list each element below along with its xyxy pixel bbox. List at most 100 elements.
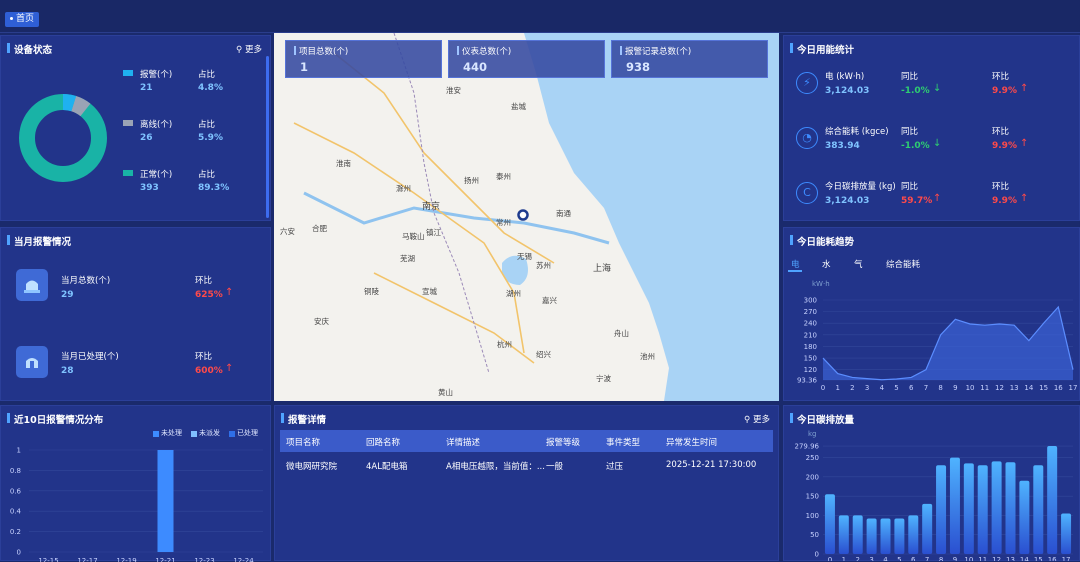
x-tick-label: 16 [1048, 556, 1057, 561]
y-tick-label: 240 [804, 320, 817, 328]
up-arrow-icon: ↑ [933, 193, 942, 204]
alarm-handled-icon [16, 346, 48, 378]
x-tick-label: 15 [1039, 384, 1048, 392]
y-tick-label: 0.6 [10, 487, 22, 495]
tab-total[interactable]: 综合能耗 [886, 258, 920, 270]
y-tick-label: 270 [804, 308, 817, 316]
x-tick-label: 12-15 [38, 557, 58, 562]
projects-count: 1 [300, 60, 309, 74]
monthly-alarm-panel: 当月报警情况 当月总数(个) 29 环比 625% ↑ 当月已处理(个) 28 … [0, 227, 271, 401]
x-tick-label: 8 [939, 556, 943, 561]
map-city-label: 池州 [640, 352, 655, 361]
map-city-label: 苏州 [536, 261, 551, 270]
carbon-icon: C [796, 182, 818, 204]
map-city-label: 芜湖 [400, 254, 415, 263]
x-tick-label: 0 [821, 384, 825, 392]
col-level: 报警等级 [546, 438, 581, 448]
carbon-chart: 279.962502001501005000 1 2 3 4 5 6 7 8 9 10 11 12 13 1… [795, 443, 1073, 561]
x-tick-label: 17 [1062, 556, 1071, 561]
x-tick-label: 2 [855, 556, 859, 561]
month-handled-label: 当月已处理(个) [61, 352, 119, 362]
map-city-label: 常州 [496, 218, 511, 227]
y-tick-label: 0 [815, 551, 819, 559]
x-tick-label: 4 [883, 556, 888, 561]
y-tick-label: 120 [804, 366, 817, 374]
x-tick-label: 7 [925, 556, 929, 561]
legend-unhandled-swatch [153, 431, 159, 437]
map-city-label: 上海 [593, 264, 612, 274]
device-status-more-link[interactable]: ⚲ 更多 [236, 43, 262, 55]
alarm-distribution-panel: 近10日报警情况分布 未处理 未派发 已处理 1 0.8 0.6 0.4 0.2 0 12-… [0, 405, 271, 562]
project-location-marker[interactable] [517, 209, 529, 221]
col-time: 异常发生时间 [666, 438, 718, 448]
alarm-detail-title: 报警详情 [281, 412, 326, 426]
tab-gas[interactable]: 气 [854, 258, 863, 270]
x-tick-label: 12-19 [116, 557, 136, 562]
map-city-label: 无锡 [517, 252, 532, 261]
y-tick-label: 150 [806, 493, 819, 501]
device-status-scrollbar[interactable] [266, 56, 269, 218]
y-tick-label: 0.4 [10, 508, 22, 516]
lightning-icon: ⚡ [796, 72, 818, 94]
bar [1061, 513, 1072, 554]
map-city-label: 宁波 [596, 374, 611, 383]
alarm-records-count: 938 [626, 60, 651, 74]
energy-today-title: 今日用能统计 [790, 42, 854, 56]
bar [908, 515, 919, 554]
bar [880, 518, 891, 554]
y-tick-label: 210 [804, 331, 817, 339]
tab-water[interactable]: 水 [822, 258, 831, 270]
x-tick-label: 12-17 [77, 557, 97, 562]
map-city-label: 嘉兴 [542, 296, 557, 305]
alarm-legend-swatch [123, 70, 133, 76]
legend-handled-swatch [229, 431, 235, 437]
stat-card-projects: 项目总数(个) 1 [285, 40, 442, 78]
col-event-type: 事件类型 [606, 438, 641, 448]
y-tick-label: 0 [17, 549, 21, 557]
x-tick-label: 8 [938, 384, 942, 392]
breadcrumb-home[interactable]: 首页 [5, 12, 40, 27]
legend-undispatched-swatch [191, 431, 197, 437]
map-city-label: 淮安 [446, 86, 461, 95]
x-tick-label: 0 [828, 556, 832, 561]
x-tick-label: 10 [966, 384, 975, 392]
y-tick-label: 279.96 [795, 443, 820, 451]
bar [991, 461, 1002, 554]
col-project: 项目名称 [286, 438, 321, 448]
stat-card-alarms: 报警记录总数(个) 938 [611, 40, 768, 78]
y-tick-label: 100 [806, 512, 819, 520]
map-city-label: 安庆 [314, 317, 329, 326]
x-tick-label: 2 [850, 384, 854, 392]
x-tick-label: 14 [1020, 556, 1029, 561]
alarm-detail-more-link[interactable]: ⚲ 更多 [744, 413, 770, 425]
normal-legend-swatch [123, 170, 133, 176]
y-tick-label: 0.2 [10, 528, 21, 536]
device-status-title: 设备状态 [7, 42, 52, 56]
bar [936, 465, 947, 554]
x-tick-label: 12 [995, 384, 1004, 392]
x-tick-label: 6 [909, 384, 914, 392]
tab-electricity[interactable]: 电 [791, 258, 800, 270]
device-status-panel: 设备状态 ⚲ 更多 报警(个) 21 占比 4.8% 离线(个) 26 占比 5… [0, 35, 271, 221]
x-tick-label: 15 [1034, 556, 1043, 561]
x-tick-label: 16 [1054, 384, 1063, 392]
map-area[interactable]: 淮安 盐城 淮南 泰州 扬州 滁州 南京 镇江 常州 南通 合肥 六安 马鞍山 芜湖 无锡 苏州 上海 铜陵 宣城 湖… [274, 33, 779, 401]
map-city-label: 南通 [556, 209, 571, 218]
map-city-label: 滁州 [396, 184, 411, 193]
map-city-label: 淮南 [336, 159, 351, 168]
y-tick-label: 300 [804, 297, 817, 305]
x-tick-label: 1 [835, 384, 839, 392]
bar [963, 463, 974, 554]
bar [1005, 462, 1016, 554]
x-tick-label: 1 [842, 556, 846, 561]
month-total-value: 29 [61, 290, 74, 300]
map-city-label: 镇江 [426, 228, 441, 237]
bar [922, 503, 933, 554]
x-tick-label: 17 [1069, 384, 1078, 392]
y-tick-label: 250 [806, 454, 819, 462]
y-tick-label: 93.36 [797, 377, 818, 385]
x-tick-label: 13 [1006, 556, 1015, 561]
x-tick-label: 14 [1024, 384, 1033, 392]
month-handled-value: 28 [61, 366, 74, 376]
x-tick-label: 10 [964, 556, 973, 561]
